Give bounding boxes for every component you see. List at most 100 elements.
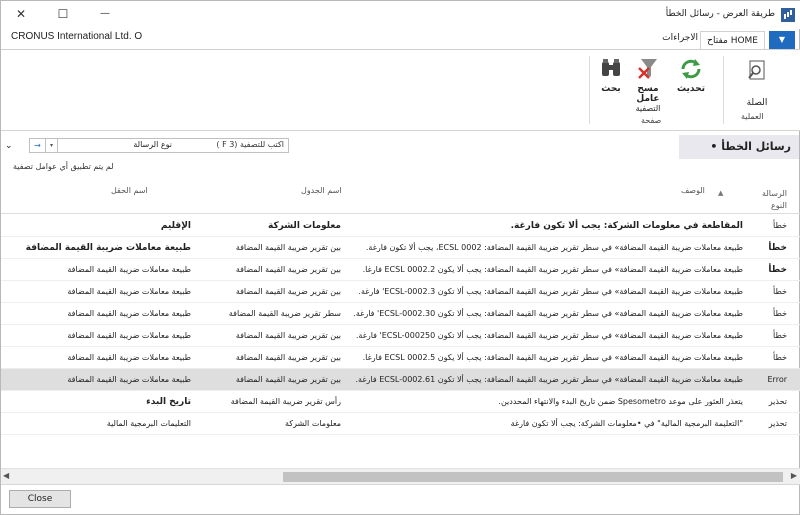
cell-field-name: طبيعة معاملات ضريبة القيمة المضافة (67, 265, 191, 274)
cell-message-type: Error (767, 375, 788, 384)
cell-field-name: طبيعة معاملات ضريبة القيمة المضافة (67, 353, 191, 362)
column-header-type[interactable]: الرسالة النوع (751, 188, 787, 212)
horizontal-scrollbar[interactable]: ◀ ▶ (1, 468, 800, 484)
cell-field-name: التعليمات البرمجية المالية (106, 419, 191, 428)
table-row[interactable]: خطأ طبيعة معاملات ضريبة القيمة المضافة» ف… (1, 237, 800, 259)
clear-filter-button[interactable]: مسح عامل التصفية (625, 56, 671, 113)
column-header-table-name[interactable]: اسم الجدول (301, 186, 342, 195)
cell-field-name: طبيعة معاملات ضريبة القيمة المضافة (67, 287, 191, 296)
clear-filter-label: مسح عامل (636, 84, 660, 104)
app-logo-icon (781, 8, 795, 22)
table-row[interactable]: تحذير يتعذر العثور على موعد Spesometro ضم… (1, 391, 800, 413)
file-menu-button[interactable]: ▼ (769, 31, 795, 49)
table-row[interactable]: خطأ المقاطعة في معلومات الشركة: يجب ألا ت… (1, 215, 800, 237)
cell-table-name: معلومات الشركة (267, 221, 341, 231)
divider (1, 213, 800, 214)
cell-description: "التعليمة البرمجية المالية" في •معلومات … (510, 419, 743, 428)
table-header: الرسالة النوع الوصف اسم الجدول اسم الحقل (1, 182, 800, 214)
filter-field-label[interactable]: نوع الرسالة (130, 140, 172, 149)
table-row[interactable]: خطأ طبيعة معاملات ضريبة القيمة المضافة» ف… (1, 281, 800, 303)
apply-filter-arrow-icon[interactable]: → (30, 139, 46, 152)
refresh-button[interactable]: تحديث (673, 56, 709, 94)
group-label-process: العملية (741, 112, 764, 121)
link-label: الصلة (746, 98, 768, 108)
cell-description: طبيعة معاملات ضريبة القيمة المضافة» في س… (353, 309, 743, 318)
cell-description: طبيعة معاملات ضريبة القيمة المضافة» في س… (365, 243, 743, 252)
minimize-window-icon[interactable]: — (93, 4, 117, 24)
cell-field-name: الإقليم (160, 221, 191, 231)
cell-description: طبيعة معاملات ضريبة القيمة المضافة» في س… (355, 331, 743, 340)
tab-home[interactable]: مفتاح HOME (700, 31, 765, 49)
cell-table-name: بين تقرير ضريبة القيمة المضافة (235, 265, 341, 274)
cell-table-name: معلومات الشركة (284, 419, 341, 428)
cell-table-name: بين تقرير ضريبة القيمة المضافة (235, 375, 341, 384)
maximize-window-icon[interactable]: ☐ (51, 4, 75, 24)
binoculars-icon (602, 59, 620, 76)
cell-message-type: تحذير (768, 397, 787, 406)
page-header: رسائل الخطأ • (679, 135, 799, 159)
cell-description: طبيعة معاملات ضريبة القيمة المضافة» في س… (358, 287, 743, 296)
table-row[interactable]: خطأ طبيعة معاملات ضريبة القيمة المضافة» ف… (1, 303, 800, 325)
search-label: بحث (601, 84, 621, 94)
column-header-field-name[interactable]: اسم الحقل (111, 186, 148, 195)
cell-message-type: خطأ (768, 265, 787, 275)
scrollbar-thumb[interactable] (283, 472, 783, 482)
tab-actions[interactable]: الاجراءات (662, 33, 698, 43)
cell-description: المقاطعة في معلومات الشركة: يجب ألا تكون… (510, 221, 743, 231)
window-title: طريقة العرض - رسائل الخطأ (665, 9, 775, 19)
cell-message-type: خطأ (773, 353, 787, 362)
divider (1, 484, 800, 485)
collapse-icon[interactable]: ⌄ (5, 141, 13, 151)
link-button[interactable]: الصلة (735, 58, 779, 108)
group-separator (589, 56, 590, 124)
table-row[interactable]: خطأ طبيعة معاملات ضريبة القيمة المضافة» ف… (1, 347, 800, 369)
cell-field-name: تاريخ البدء (146, 397, 191, 407)
cell-table-name: بين تقرير ضريبة القيمة المضافة (235, 331, 341, 340)
group-separator (723, 56, 724, 124)
divider (1, 130, 800, 131)
cell-table-name: رأس تقرير ضريبة القيمة المضافة (230, 397, 341, 406)
cell-description: يتعذر العثور على موعد Spesometro ضمن تار… (498, 397, 743, 406)
cell-description: طبيعة معاملات ضريبة القيمة المضافة» في س… (355, 375, 743, 384)
clear-filter-sublabel: التصفية (635, 104, 661, 113)
cell-message-type: تحذير (768, 419, 787, 428)
cell-table-name: بين تقرير ضريبة القيمة المضافة (235, 353, 341, 362)
app-window: ✕ ☐ — طريقة العرض - رسائل الخطأ CRONUS I… (0, 0, 800, 515)
cell-table-name: بين تقرير ضريبة القيمة المضافة (235, 243, 341, 252)
cell-description: طبيعة معاملات ضريبة القيمة المضافة» في س… (362, 353, 743, 362)
filter-bar[interactable]: → ▾ نوع الرسالة اكتب للتصفية (F 3 ) (29, 138, 289, 153)
cell-message-type: خطأ (768, 243, 787, 253)
cell-field-name: طبيعة معاملات ضريبة القيمة المضافة (25, 243, 191, 253)
cell-table-name: بين تقرير ضريبة القيمة المضافة (235, 287, 341, 296)
search-button[interactable]: بحث (595, 56, 627, 94)
cell-field-name: طبيعة معاملات ضريبة القيمة المضافة (67, 309, 191, 318)
page-title: رسائل الخطأ • (710, 140, 791, 153)
filter-dropdown-icon[interactable]: ▾ (46, 139, 58, 152)
column-header-description[interactable]: الوصف (681, 186, 705, 195)
refresh-label: تحديث (677, 84, 705, 94)
table-row[interactable]: تحذير "التعليمة البرمجية المالية" في •معل… (1, 413, 800, 435)
cell-message-type: خطأ (773, 309, 787, 318)
document-search-icon (748, 60, 765, 80)
no-filter-status: لم يتم تطبيق أي عوامل تصفية (13, 162, 114, 171)
cell-field-name: طبيعة معاملات ضريبة القيمة المضافة (67, 375, 191, 384)
cell-field-name: طبيعة معاملات ضريبة القيمة المضافة (67, 331, 191, 340)
cell-message-type: خطأ (773, 331, 787, 340)
cell-message-type: خطأ (773, 221, 787, 230)
title-bar: ✕ ☐ — طريقة العرض - رسائل الخطأ (1, 1, 800, 29)
table-row[interactable]: خطأ طبيعة معاملات ضريبة القيمة المضافة» ف… (1, 325, 800, 347)
table-row[interactable]: Error طبيعة معاملات ضريبة القيمة المضافة»… (1, 369, 800, 391)
clear-filter-icon (638, 59, 657, 79)
scroll-left-icon[interactable]: ◀ (3, 471, 9, 480)
filter-search-input[interactable]: اكتب للتصفية (F 3 ) (216, 140, 284, 149)
cell-table-name: سطر تقرير ضريبة القيمة المضافة (228, 309, 341, 318)
close-window-icon[interactable]: ✕ (9, 4, 33, 24)
scroll-right-icon[interactable]: ▶ (791, 471, 797, 480)
table-row[interactable]: خطأ طبيعة معاملات ضريبة القيمة المضافة» ف… (1, 259, 800, 281)
sort-ascending-icon: ▲ (718, 189, 724, 197)
ribbon-tabs: ▼ مفتاح HOME الاجراءات (1, 31, 800, 49)
close-button[interactable]: Close (9, 490, 71, 508)
cell-message-type: خطأ (773, 287, 787, 296)
refresh-icon (681, 59, 701, 79)
group-label-page: صفحة (641, 116, 662, 125)
